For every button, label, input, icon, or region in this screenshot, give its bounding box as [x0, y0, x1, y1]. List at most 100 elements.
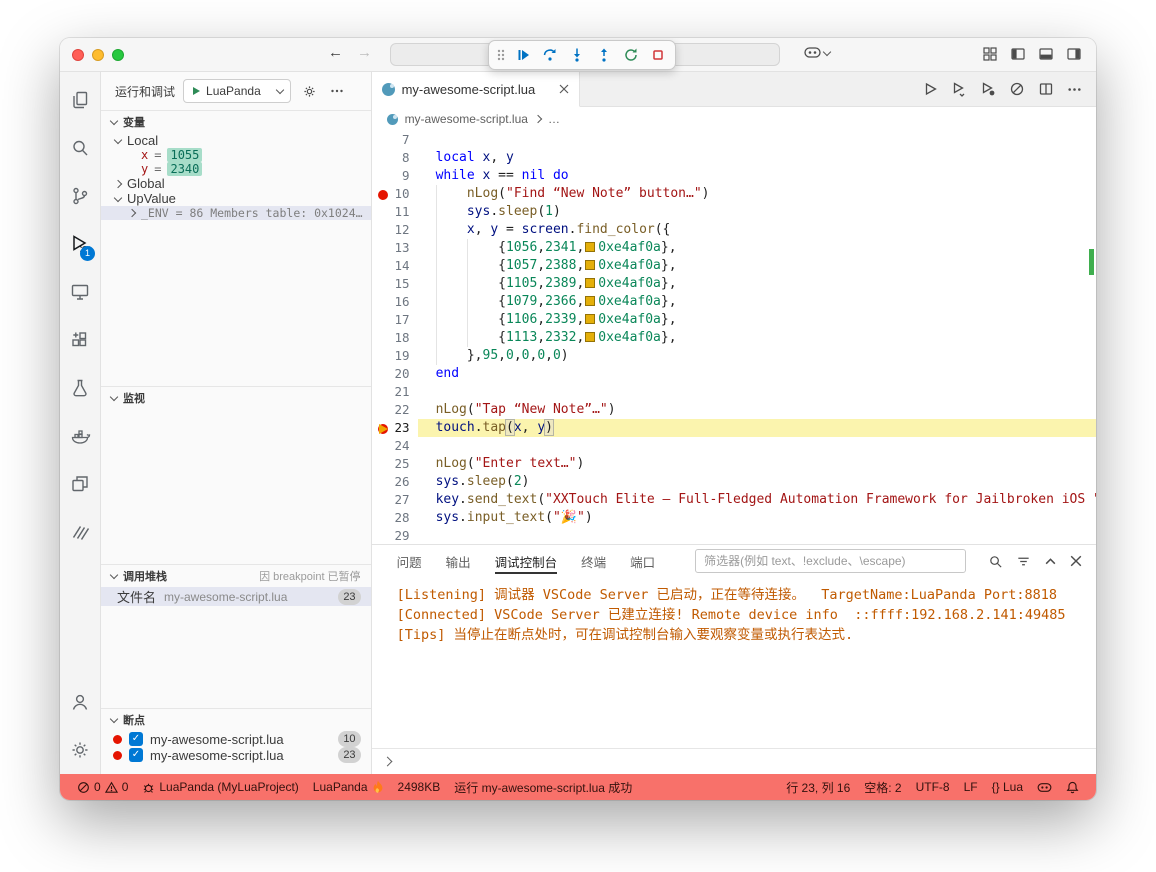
line-gutter[interactable]: 23: [372, 419, 418, 437]
panel-tab[interactable]: 调试控制台: [495, 546, 558, 577]
line-gutter[interactable]: 13: [372, 239, 418, 257]
code-line[interactable]: 29: [372, 527, 1096, 544]
code-line-content[interactable]: nLog("Find “New Note” button…"): [418, 185, 1096, 203]
debug-console[interactable]: [Listening] 调试器 VSCode Server 已启动，正在等待连接…: [372, 577, 1096, 748]
code-line[interactable]: 11sys.sleep(1): [372, 203, 1096, 221]
gutter-glyph[interactable]: [377, 422, 390, 435]
line-gutter[interactable]: 16: [372, 293, 418, 311]
code-line-content[interactable]: while x == nil do: [418, 167, 1096, 185]
copilot-status[interactable]: [1030, 782, 1059, 793]
code-line[interactable]: 12x, y = screen.find_color({: [372, 221, 1096, 239]
gutter-glyph[interactable]: [377, 206, 390, 219]
tab-my-awesome-script[interactable]: my-awesome-script.lua: [372, 72, 580, 107]
scope-row[interactable]: _ENV = 86 Members table: 0x1024…: [101, 206, 371, 220]
gutter-glyph[interactable]: [377, 260, 390, 273]
restart-button[interactable]: [619, 43, 643, 67]
code-line-content[interactable]: x, y = screen.find_color({: [418, 221, 1096, 239]
gutter-glyph[interactable]: [377, 368, 390, 381]
line-gutter[interactable]: 18: [372, 329, 418, 347]
close-tab-icon[interactable]: [559, 84, 569, 94]
chevron-down-icon[interactable]: [114, 135, 122, 143]
sidebar-item-remote-explorer[interactable]: [60, 268, 100, 316]
gutter-glyph[interactable]: [377, 278, 390, 291]
code-line[interactable]: 17{1106,2339,0xe4af0a},: [372, 311, 1096, 329]
chevron-right-icon[interactable]: [128, 209, 136, 217]
code-line[interactable]: 19},95,0,0,0,0): [372, 347, 1096, 365]
line-gutter[interactable]: 27: [372, 491, 418, 509]
step-over-button[interactable]: [538, 43, 562, 67]
cursor-position-status[interactable]: 行 23, 列 16: [779, 779, 857, 796]
line-gutter[interactable]: 9: [372, 167, 418, 185]
code-line-content[interactable]: {1113,2332,0xe4af0a},: [418, 329, 1096, 347]
go-forward-button[interactable]: →: [357, 44, 372, 61]
breakpoints-section-header[interactable]: 断点: [101, 709, 371, 731]
close-window-button[interactable]: [72, 49, 84, 61]
go-back-button[interactable]: ←: [328, 44, 343, 61]
code-line[interactable]: 10nLog("Find “New Note” button…"): [372, 185, 1096, 203]
line-gutter[interactable]: 17: [372, 311, 418, 329]
breadcrumb-file[interactable]: my-awesome-script.lua: [405, 112, 528, 126]
watch-section-header[interactable]: 监视: [101, 387, 371, 409]
more-actions-icon[interactable]: [327, 81, 347, 101]
code-line-content[interactable]: {1056,2341,0xe4af0a},: [418, 239, 1096, 257]
gutter-glyph[interactable]: [377, 458, 390, 471]
gutter-glyph[interactable]: [377, 530, 390, 543]
scope-row[interactable]: Global: [101, 176, 371, 191]
sidebar-item-search[interactable]: [60, 124, 100, 172]
line-gutter[interactable]: 28: [372, 509, 418, 527]
gutter-glyph[interactable]: [377, 404, 390, 417]
account-menu[interactable]: [60, 678, 100, 726]
toggle-secondary-sidebar-icon[interactable]: [1066, 46, 1082, 62]
chevron-right-icon[interactable]: [114, 179, 122, 187]
code-line-content[interactable]: sys.input_text("🎉"): [418, 509, 1096, 527]
sidebar-item-testing[interactable]: [60, 364, 100, 412]
code-line-content[interactable]: local x, y: [418, 149, 1096, 167]
code-line-content[interactable]: nLog("Enter text…"): [418, 455, 1096, 473]
code-line[interactable]: 25nLog("Enter text…"): [372, 455, 1096, 473]
sidebar-item-stripes[interactable]: [60, 508, 100, 556]
code-line[interactable]: 22nLog("Tap “New Note”…"): [372, 401, 1096, 419]
gutter-glyph[interactable]: [377, 512, 390, 525]
line-gutter[interactable]: 12: [372, 221, 418, 239]
code-line-content[interactable]: {1105,2389,0xe4af0a},: [418, 275, 1096, 293]
breadcrumb[interactable]: my-awesome-script.lua …: [372, 107, 1096, 131]
line-gutter[interactable]: 21: [372, 383, 418, 401]
continue-button[interactable]: [511, 43, 535, 67]
gutter-glyph[interactable]: [377, 152, 390, 165]
encoding-status[interactable]: UTF-8: [909, 780, 957, 794]
line-gutter[interactable]: 19: [372, 347, 418, 365]
code-line[interactable]: 27key.send_text("XXTouch Elite — Full-Fl…: [372, 491, 1096, 509]
variable-row[interactable]: y=2340: [101, 162, 371, 176]
line-gutter[interactable]: 10: [372, 185, 418, 203]
luapanda-session-status[interactable]: LuaPanda: [306, 780, 391, 794]
maximize-panel-chevron-icon[interactable]: [1044, 555, 1057, 568]
breakpoint-item[interactable]: ✓my-awesome-script.lua10: [101, 731, 371, 747]
customize-layout-icon[interactable]: [982, 46, 998, 62]
callstack-section-header[interactable]: 调用堆栈 因 breakpoint 已暂停: [101, 565, 371, 587]
split-editor-icon[interactable]: [1038, 81, 1054, 97]
code-line[interactable]: 14{1057,2388,0xe4af0a},: [372, 257, 1096, 275]
code-line[interactable]: 20end: [372, 365, 1096, 383]
output-filter-icon[interactable]: [1016, 554, 1031, 569]
toggle-panel-icon[interactable]: [1038, 46, 1054, 62]
launch-config-dropdown[interactable]: LuaPanda: [183, 79, 291, 103]
breadcrumb-symbol[interactable]: …: [548, 112, 560, 126]
gutter-glyph[interactable]: [377, 224, 390, 237]
code-line-content[interactable]: sys.sleep(1): [418, 203, 1096, 221]
variable-row[interactable]: x=1055: [101, 148, 371, 162]
debug-settings-gear-icon[interactable]: [299, 81, 319, 101]
code-line[interactable]: 23touch.tap(x, y): [372, 419, 1096, 437]
stack-frame[interactable]: 文件名my-awesome-script.lua23: [101, 587, 371, 606]
gutter-glyph[interactable]: [377, 440, 390, 453]
code-line-content[interactable]: {1079,2366,0xe4af0a},: [418, 293, 1096, 311]
code-line-content[interactable]: sys.sleep(2): [418, 473, 1096, 491]
line-gutter[interactable]: 15: [372, 275, 418, 293]
code-line[interactable]: 13{1056,2341,0xe4af0a},: [372, 239, 1096, 257]
code-line[interactable]: 7: [372, 131, 1096, 149]
code-line[interactable]: 21: [372, 383, 1096, 401]
gutter-glyph[interactable]: [377, 134, 390, 147]
code-line-content[interactable]: {1057,2388,0xe4af0a},: [418, 257, 1096, 275]
scope-row[interactable]: Local: [101, 133, 371, 148]
gutter-glyph[interactable]: [377, 350, 390, 363]
panel-tab[interactable]: 终端: [581, 546, 606, 577]
